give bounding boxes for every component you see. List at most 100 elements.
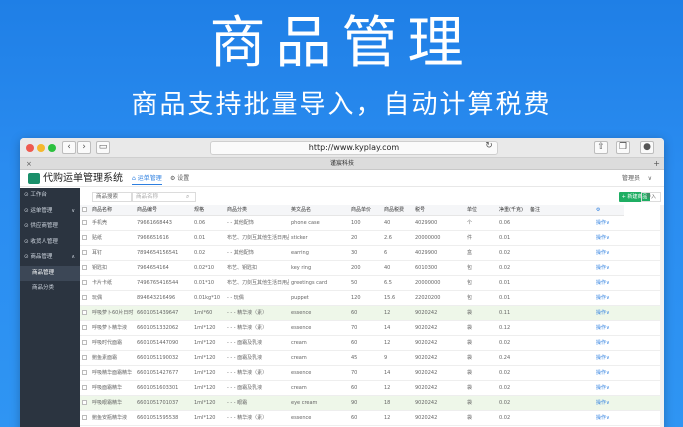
table-row[interactable]: 卡片卡纸 7496765416544 0.01*10 布艺、刀剑互其他生活日用品 gre… <box>80 275 664 291</box>
tab-bar: × 谨宸科技 + <box>20 158 664 170</box>
row-checkbox[interactable] <box>80 215 90 231</box>
table-row[interactable]: 贴纸 7966651616 0.01 布艺、刀剑互其他生活日用品 sticker 20 2.… <box>80 230 664 246</box>
row-checkbox[interactable] <box>80 395 90 411</box>
table-cell: - - - 精华液（素） <box>225 320 289 336</box>
row-action-menu[interactable]: 操作∨ <box>594 335 664 351</box>
sidebar-item-product-manage[interactable]: 商品管理 <box>20 265 80 281</box>
table-row[interactable]: 呼吸面霜精华 6601051603301 1ml*120- - - 面霜及乳液 cre… <box>80 380 664 396</box>
table-row[interactable]: 钥匙扣 7964654164 0.02*10 布艺、钥匙扣 key ring 200 40 6… <box>80 260 664 276</box>
table-row[interactable]: 鲍鱼素面霜 6601051190032 1ml*120- - - 面霜及乳液 crea… <box>80 350 664 366</box>
sidebar-item-waybill[interactable]: ⊙ 运单管理 ∨ <box>20 204 80 220</box>
select-all-checkbox[interactable] <box>80 205 90 216</box>
table-cell: 4029900 <box>413 215 465 231</box>
row-action-menu[interactable]: 操作∨ <box>594 290 664 306</box>
table-cell: 70 <box>349 320 382 336</box>
table-row[interactable]: 呼吸萝卜精华液 6601051332062 1ml*120- - - 精华液（素） e… <box>80 320 664 336</box>
table-cell: 40 <box>382 215 413 231</box>
table-cell: cream <box>289 350 349 366</box>
row-checkbox[interactable] <box>80 305 90 321</box>
table-cell: sticker <box>289 230 349 246</box>
close-dot-icon[interactable] <box>26 144 34 152</box>
row-checkbox[interactable] <box>80 260 90 276</box>
forward-icon[interactable]: › <box>77 141 91 154</box>
scrollbar[interactable] <box>660 205 664 427</box>
table-row[interactable]: 呼吸眼霜精华 6601051701037 1ml*120- - - 眼霜 eye cr… <box>80 395 664 411</box>
tab-settings[interactable]: ⚙ 设置 <box>170 174 189 184</box>
table-cell: essence <box>289 365 349 381</box>
row-checkbox[interactable] <box>80 350 90 366</box>
row-action-menu[interactable]: 操作∨ <box>594 350 664 366</box>
sidebar-toggle-icon[interactable]: ▭ <box>96 141 110 154</box>
col-header[interactable]: 英文品名 <box>289 205 349 216</box>
table-cell: 布艺、刀剑互其他生活日用品 <box>225 275 289 291</box>
col-header[interactable]: 商品税费 <box>382 205 413 216</box>
col-header[interactable]: 商品名称 <box>90 205 135 216</box>
table-row[interactable]: 耳钉 7894654156541 0.02- - 其他配饰 earring 30 6 402… <box>80 245 664 261</box>
maximize-dot-icon[interactable] <box>48 144 56 152</box>
col-header[interactable]: 商品编号 <box>135 205 192 216</box>
col-header[interactable]: 商品分类 <box>225 205 289 216</box>
sidebar-item-receivers[interactable]: ⊙ 收货人管理 <box>20 235 80 251</box>
row-checkbox[interactable] <box>80 365 90 381</box>
row-checkbox[interactable] <box>80 275 90 291</box>
tabs-icon[interactable]: ❐ <box>616 141 630 154</box>
search-icon[interactable]: ⌕ <box>186 192 189 202</box>
col-header[interactable]: 备注 <box>528 205 594 216</box>
back-icon[interactable]: ‹ <box>62 141 76 154</box>
row-checkbox[interactable] <box>80 335 90 351</box>
row-action-menu[interactable]: 操作∨ <box>594 305 664 321</box>
table-row[interactable]: 呼吸时代面霜 6601051447090 1ml*120- - - 面霜及乳液 cre… <box>80 335 664 351</box>
row-checkbox[interactable] <box>80 290 90 306</box>
col-header[interactable]: 税号 <box>413 205 465 216</box>
minimize-dot-icon[interactable] <box>37 144 45 152</box>
reload-icon[interactable]: ↻ <box>482 141 496 154</box>
user-menu[interactable]: 管理员 <box>622 174 640 184</box>
row-checkbox[interactable] <box>80 245 90 261</box>
col-header[interactable]: 规格 <box>192 205 225 216</box>
table-cell: 0.02 <box>497 380 528 396</box>
table-row[interactable]: 手机壳 79661668443 0.06- - 其他配饰 phone case 100 4… <box>80 215 664 231</box>
row-checkbox[interactable] <box>80 410 90 426</box>
sidebar-item-suppliers[interactable]: ⊙ 供应商管理 <box>20 219 80 235</box>
new-tab-icon[interactable]: + <box>653 158 660 170</box>
address-bar[interactable]: http://www.kyplay.com <box>210 141 498 155</box>
row-action-menu[interactable]: 操作∨ <box>594 215 664 231</box>
table-row[interactable]: 呼吸萝卜60片日时 6601051439647 1ml*60- - - 精华液（素）… <box>80 305 664 321</box>
table-cell: 0.02 <box>497 365 528 381</box>
row-checkbox[interactable] <box>80 380 90 396</box>
table-cell: 0.02 <box>192 245 225 261</box>
tab-waybill[interactable]: ⌂ 运单管理 <box>132 174 162 185</box>
import-button[interactable]: 导入 <box>641 192 661 202</box>
settings-icon[interactable]: ● <box>640 141 654 154</box>
search-type-select[interactable]: 商品搜索 <box>92 192 132 202</box>
row-action-menu[interactable]: 操作∨ <box>594 260 664 276</box>
table-cell: 1ml*120 <box>192 365 225 381</box>
row-action-menu[interactable]: 操作∨ <box>594 395 664 411</box>
row-action-menu[interactable]: 操作∨ <box>594 275 664 291</box>
sidebar-item-products[interactable]: ⊙ 商品管理 ∧ <box>20 250 80 266</box>
row-action-menu[interactable]: 操作∨ <box>594 245 664 261</box>
tab-title[interactable]: 谨宸科技 <box>20 158 664 170</box>
sidebar-item-product-category[interactable]: 商品分类 <box>20 281 80 297</box>
table-cell: 22020200 <box>413 290 465 306</box>
row-action-menu[interactable]: 操作∨ <box>594 410 664 426</box>
table-cell: 1ml*120 <box>192 350 225 366</box>
share-icon[interactable]: ⇧ <box>594 141 608 154</box>
table-cell: essence <box>289 410 349 426</box>
col-header[interactable]: 净重(千克) <box>497 205 528 216</box>
table-row[interactable]: 鲍鱼安瓶精华液 6601051595538 1ml*120- - - 精华液（素） e… <box>80 410 664 426</box>
row-action-menu[interactable]: 操作∨ <box>594 230 664 246</box>
col-header[interactable]: 商品单价 <box>349 205 382 216</box>
table-cell <box>528 290 594 306</box>
row-action-menu[interactable]: 操作∨ <box>594 380 664 396</box>
chevron-down-icon[interactable]: ∨ <box>648 174 652 184</box>
row-checkbox[interactable] <box>80 320 90 336</box>
row-checkbox[interactable] <box>80 230 90 246</box>
table-row[interactable]: 呼吸精华面霜精华 6601051427677 1ml*120- - - 精华液（素）… <box>80 365 664 381</box>
row-action-menu[interactable]: 操作∨ <box>594 365 664 381</box>
column-settings-icon[interactable]: ⚙ <box>594 205 624 216</box>
sidebar-item-dashboard[interactable]: ⊙ 工作台 <box>20 188 80 204</box>
col-header[interactable]: 单位 <box>465 205 497 216</box>
table-row[interactable]: 玩偶 894643216496 0.01kg*10- - 玩偶 puppet 120 15… <box>80 290 664 306</box>
row-action-menu[interactable]: 操作∨ <box>594 320 664 336</box>
